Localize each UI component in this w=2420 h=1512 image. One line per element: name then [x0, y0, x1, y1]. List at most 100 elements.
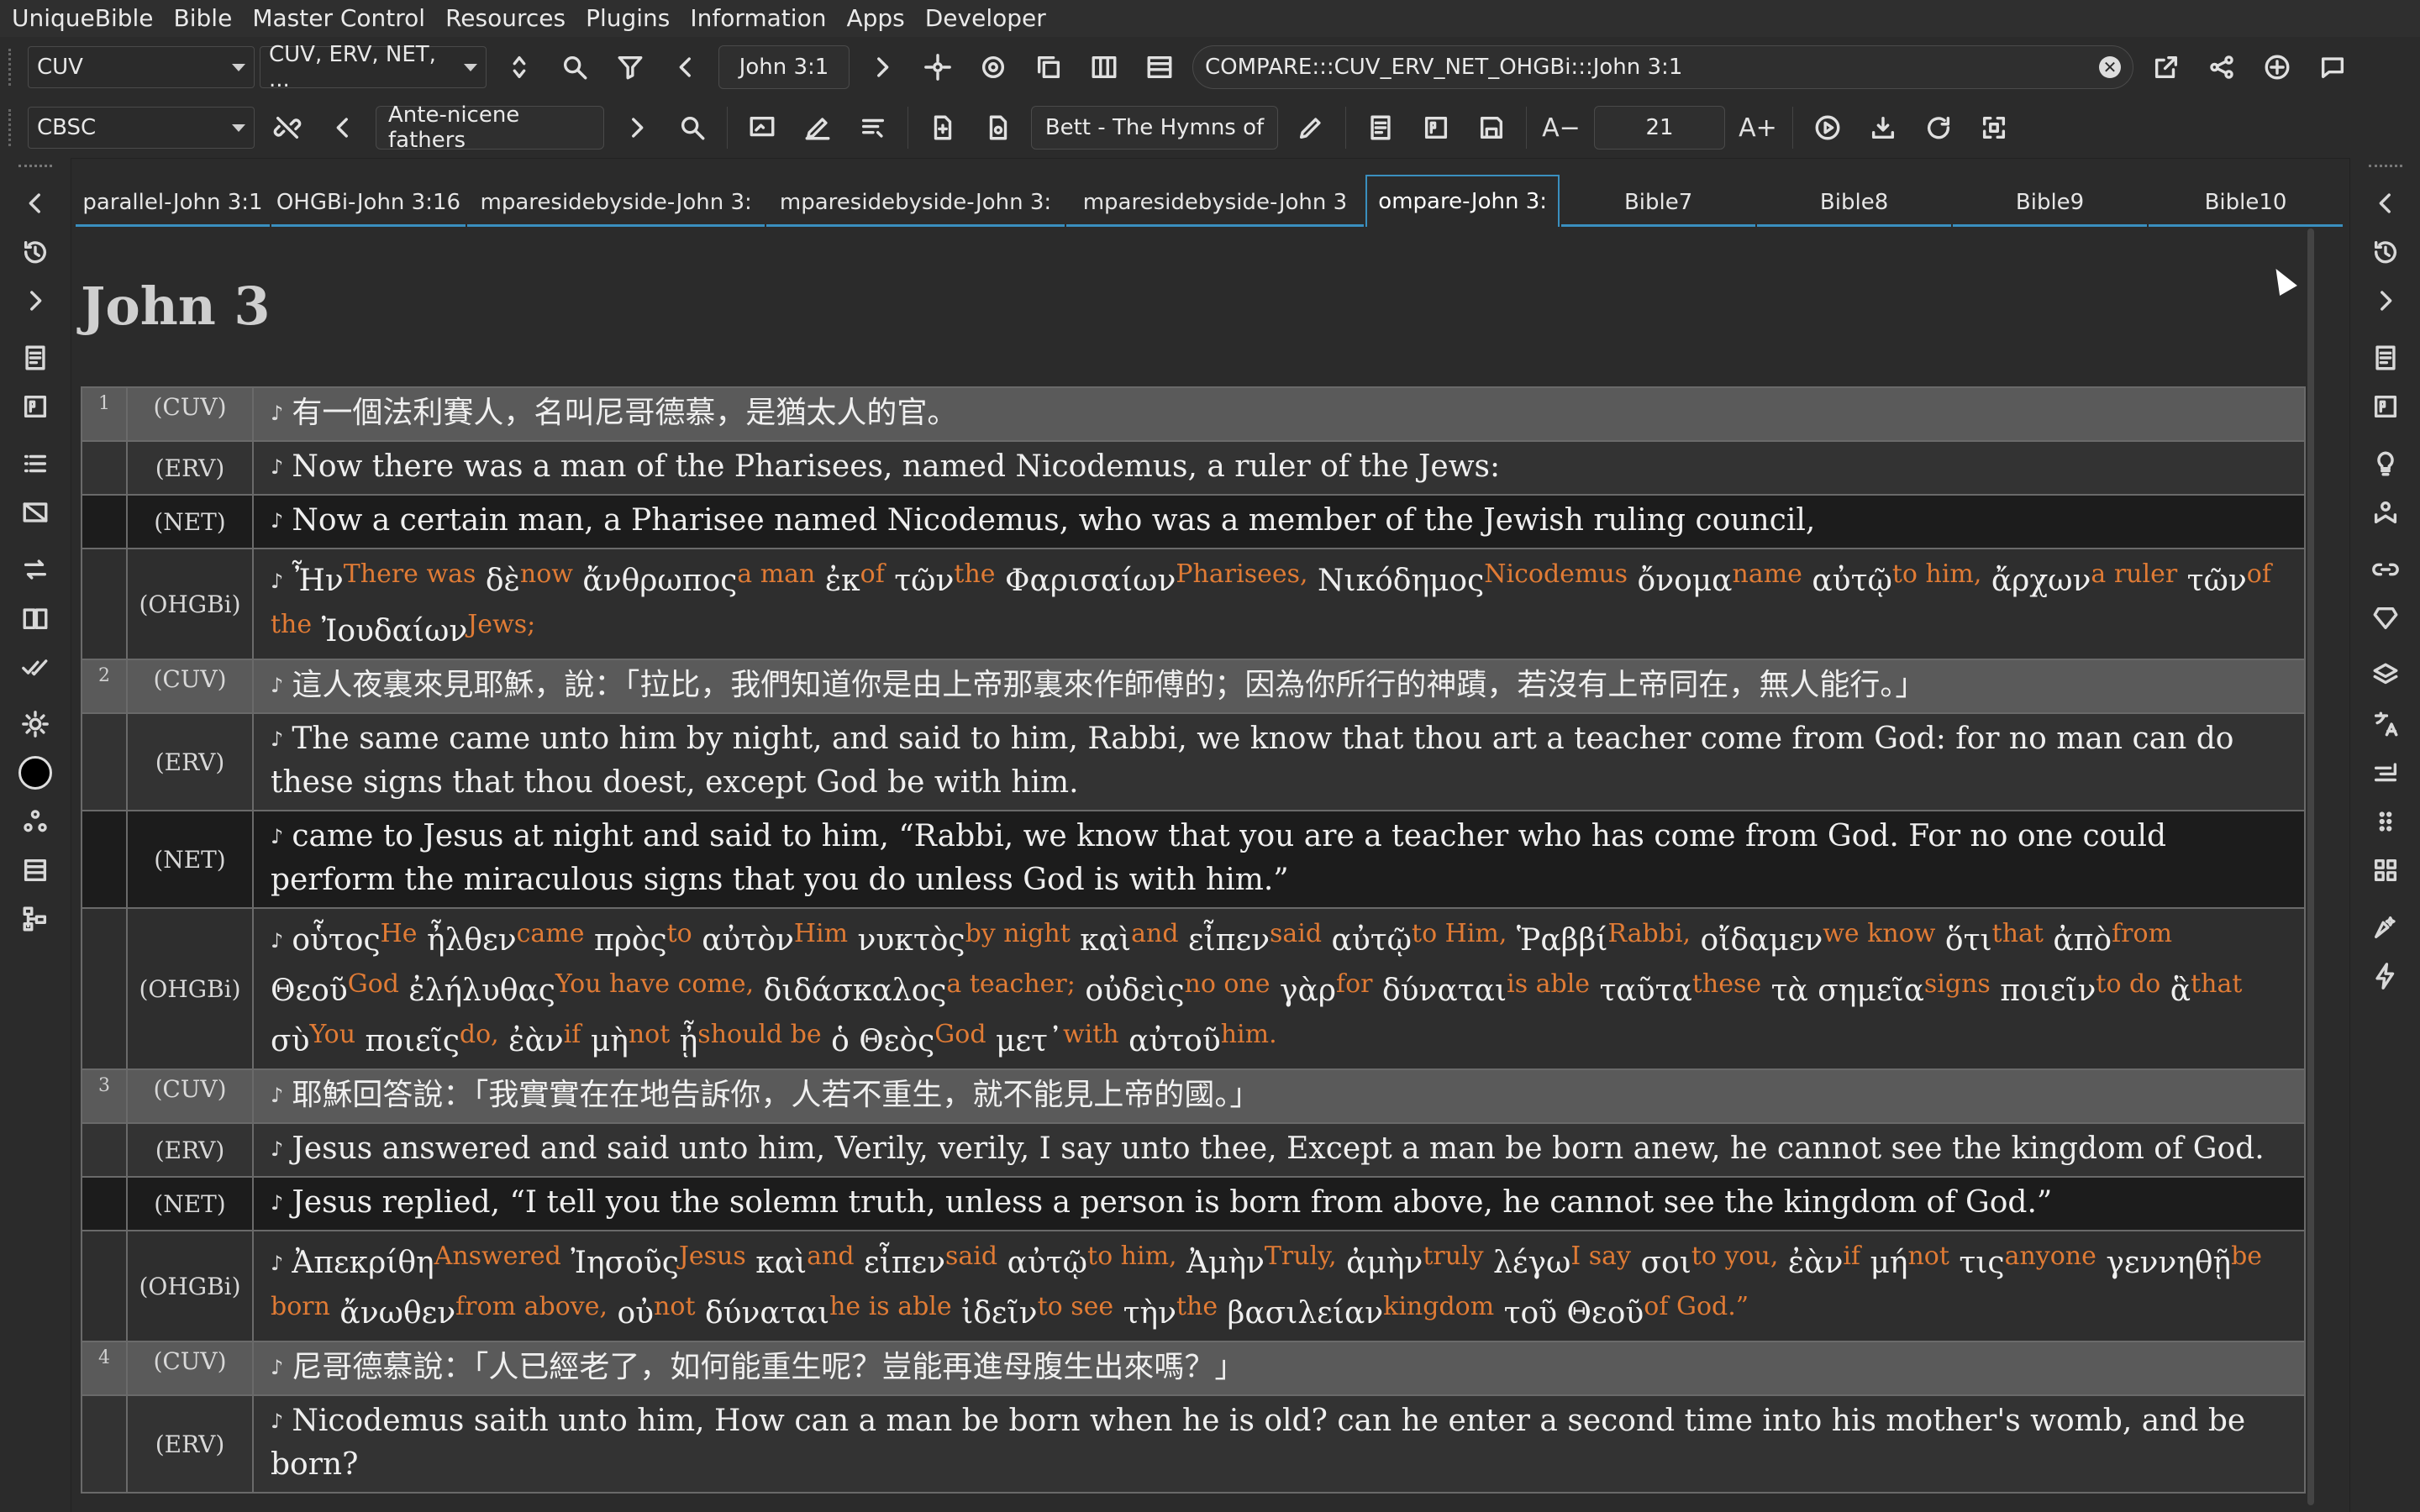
verse-text[interactable]: ♪ Nicodemus saith unto him, How can a man…: [252, 1394, 2306, 1494]
chat-button[interactable]: [2308, 43, 2357, 92]
tab-bible8[interactable]: Bible8: [1757, 180, 1952, 227]
greek-word[interactable]: ποιεῖς: [366, 1024, 460, 1058]
version-tag[interactable]: (OHGBi): [126, 548, 254, 660]
quick-open-button[interactable]: [969, 43, 1018, 92]
menu-bible[interactable]: Bible: [164, 0, 243, 37]
greek-word[interactable]: αὐτοῦ: [1128, 1024, 1221, 1058]
verse-number[interactable]: 3: [81, 1068, 128, 1124]
greek-word[interactable]: γεννηθῇ: [2106, 1246, 2231, 1280]
forward-button[interactable]: [10, 278, 60, 323]
menu-master-control[interactable]: Master Control: [242, 0, 435, 37]
greek-word[interactable]: δὲ: [486, 564, 520, 598]
greek-word[interactable]: ἐλήλυθας: [408, 974, 555, 1008]
sort-toggle-button[interactable]: [495, 43, 544, 92]
open-external-button[interactable]: [2142, 43, 2191, 92]
greek-word[interactable]: σοι: [1640, 1246, 1691, 1280]
book-search-button[interactable]: [668, 103, 717, 152]
greek-word[interactable]: αὐτὸν: [702, 923, 794, 958]
verse-text[interactable]: ♪ The same came unto him by night, and sa…: [252, 712, 2306, 811]
verse-text[interactable]: ♪ 有一個法利賽人，名叫尼哥德慕，是猶太人的官。: [252, 386, 2306, 442]
parallel-mode-button[interactable]: [1080, 43, 1128, 92]
reload-button[interactable]: [1914, 103, 1963, 152]
back-button[interactable]: [10, 181, 60, 226]
menu-developer[interactable]: Developer: [915, 0, 1056, 37]
new-document-button[interactable]: [918, 103, 967, 152]
greek-word[interactable]: βασιλείαν: [1228, 1296, 1384, 1331]
search-button[interactable]: [550, 43, 599, 92]
rows-mode-button[interactable]: [1135, 43, 1184, 92]
greek-word[interactable]: Ἀπεκρίθη: [292, 1246, 434, 1280]
verse-text[interactable]: ♪ 這人夜裏來見耶穌，說：「拉比，我們知道你是由上帝那裏來作師傅的；因為你所行的神…: [252, 659, 2306, 714]
greek-word[interactable]: ἄρχων: [1991, 564, 2091, 598]
greek-word[interactable]: ὄνομα: [1638, 564, 1733, 598]
greek-word[interactable]: διδάσκαλος: [764, 974, 947, 1008]
greek-word[interactable]: λέγω: [1493, 1246, 1570, 1280]
music-note-icon[interactable]: ♪: [271, 825, 283, 848]
verse-number[interactable]: 1: [81, 386, 128, 442]
verse-text[interactable]: ♪ came to Jesus at night and said to him,…: [252, 810, 2306, 909]
previous-chapter-button[interactable]: [661, 43, 710, 92]
tab-comparesidebyside-2[interactable]: mparesidebyside-John 3:: [766, 180, 1065, 227]
list-button[interactable]: [10, 441, 60, 486]
link-button[interactable]: [2360, 547, 2411, 592]
verse-text[interactable]: ♪ Jesus answered and said unto him, Veril…: [252, 1122, 2306, 1178]
greek-word[interactable]: ἄνωθεν: [339, 1296, 455, 1331]
tab-compare-active[interactable]: ompare-John 3:: [1365, 175, 1560, 227]
hymns-button[interactable]: Bett - The Hymns of: [1031, 106, 1278, 150]
version-tag[interactable]: (NET): [126, 494, 254, 549]
greek-word[interactable]: Ῥαββί: [1517, 923, 1608, 958]
greek-word[interactable]: Ἰουδαίων: [322, 614, 468, 648]
version-tag[interactable]: (ERV): [126, 712, 254, 811]
pdf-button[interactable]: [1412, 103, 1460, 152]
greek-word[interactable]: μετ᾽: [996, 1024, 1063, 1058]
music-note-icon[interactable]: ♪: [271, 1084, 283, 1107]
gem-button[interactable]: [2360, 596, 2411, 641]
sidebar-grip[interactable]: [18, 165, 52, 176]
edit-button[interactable]: [793, 103, 842, 152]
font-decrease-button[interactable]: A−: [1537, 103, 1586, 152]
music-note-icon[interactable]: ♪: [271, 929, 283, 953]
greek-word[interactable]: ἀπὸ: [2053, 923, 2112, 958]
command-field[interactable]: COMPARE:::CUV_ERV_NET_OHGBi:::John 3:1 ✕: [1192, 45, 2133, 89]
add-button[interactable]: [2253, 43, 2302, 92]
tab-ohgbi[interactable]: OHGBi-John 3:16: [271, 180, 466, 227]
greek-word[interactable]: ἐὰν: [508, 1024, 564, 1058]
music-note-icon[interactable]: ♪: [271, 570, 283, 593]
tab-bible10[interactable]: Bible10: [2149, 180, 2344, 227]
forward-button[interactable]: [2360, 278, 2411, 323]
pdf-panel-button[interactable]: [2360, 384, 2411, 429]
next-chapter-button[interactable]: [858, 43, 907, 92]
document-button[interactable]: [1356, 103, 1405, 152]
music-note-icon[interactable]: ♪: [271, 1356, 283, 1379]
greek-word[interactable]: αὐτῷ: [1812, 564, 1891, 598]
layers-button[interactable]: [2360, 653, 2411, 698]
greek-word[interactable]: τῶν: [2187, 564, 2247, 598]
version-tag[interactable]: (ERV): [126, 1122, 254, 1178]
translate-button[interactable]: [2360, 701, 2411, 747]
font-increase-button[interactable]: A+: [1733, 103, 1782, 152]
greek-word[interactable]: ἐκ: [825, 564, 860, 598]
verse-text[interactable]: ♪ Jesus replied, “I tell you the solemn t…: [252, 1176, 2306, 1231]
scrollbar-thumb[interactable]: [2307, 228, 2314, 1505]
verse-number[interactable]: 4: [81, 1341, 128, 1396]
greek-word[interactable]: οἴδαμεν: [1701, 923, 1823, 958]
pdf-panel-button[interactable]: [10, 384, 60, 429]
tab-bible7[interactable]: Bible7: [1561, 180, 1756, 227]
greek-word[interactable]: ταῦτα: [1600, 974, 1692, 1008]
next-book-button[interactable]: [613, 103, 661, 152]
tab-bible9[interactable]: Bible9: [1953, 180, 2148, 227]
swap-button[interactable]: [10, 547, 60, 592]
document-panel-button[interactable]: [10, 335, 60, 381]
hide-images-button[interactable]: [10, 490, 60, 535]
book-toggle-button[interactable]: [10, 596, 60, 641]
clear-icon[interactable]: ✕: [2099, 56, 2121, 78]
sync-button[interactable]: [913, 43, 962, 92]
history-button[interactable]: [10, 229, 60, 275]
music-note-icon[interactable]: ♪: [271, 727, 283, 751]
greek-word[interactable]: γὰρ: [1280, 974, 1336, 1008]
workspace-button[interactable]: [10, 799, 60, 844]
greek-word[interactable]: ἰδεῖν: [961, 1296, 1037, 1331]
font-size-field[interactable]: 21: [1594, 106, 1725, 150]
music-note-icon[interactable]: ♪: [271, 674, 283, 697]
greek-word[interactable]: οὐδεὶς: [1085, 974, 1184, 1008]
